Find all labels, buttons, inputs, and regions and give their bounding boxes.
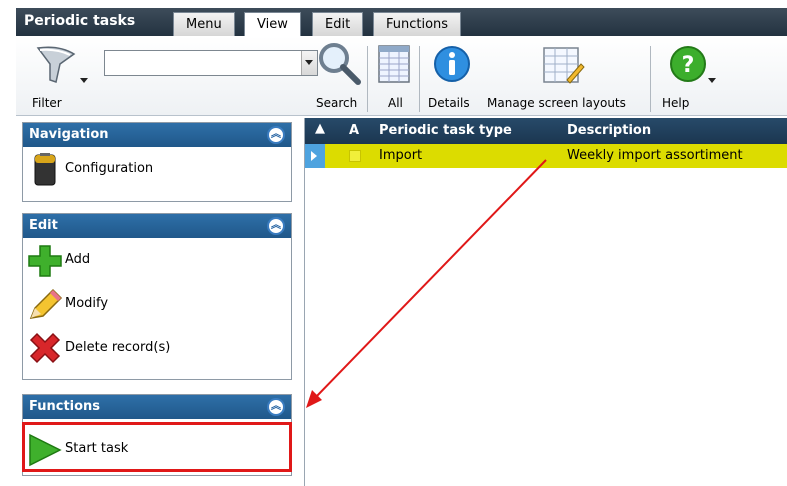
chevron-down-icon[interactable] [708, 78, 716, 83]
table-row[interactable]: Import Weekly import assortiment [305, 144, 787, 168]
details-button[interactable] [430, 44, 474, 87]
toolbar-separator [650, 46, 651, 112]
task-grid: ▲ A Periodic task type Description Impor… [304, 118, 787, 486]
layout-edit-icon [543, 47, 585, 84]
edit-panel-title: Edit [29, 218, 58, 233]
nav-item-label: Configuration [65, 161, 154, 176]
edit-item-label: Delete record(s) [65, 340, 171, 355]
edit-item-label: Modify [65, 296, 109, 311]
tab-functions[interactable]: Functions [373, 12, 462, 36]
functions-panel-title: Functions [29, 399, 101, 414]
edit-item-delete[interactable]: Delete record(s) [23, 326, 291, 370]
all-label: All [388, 96, 403, 110]
search-button[interactable] [314, 40, 364, 89]
edit-item-label: Add [65, 252, 91, 267]
toolbar: Filter Search All Details Manage screen … [16, 36, 787, 116]
highlight-box [22, 422, 292, 472]
tab-edit[interactable]: Edit [312, 12, 364, 36]
pencil-icon [29, 288, 63, 319]
collapse-icon[interactable]: ︽ [267, 398, 285, 416]
help-icon: ? [670, 46, 706, 82]
help-label: Help [662, 96, 690, 110]
chevron-down-icon[interactable] [80, 78, 88, 83]
edit-item-modify[interactable]: Modify [23, 282, 291, 326]
plus-icon [28, 245, 62, 277]
search-icon [319, 43, 361, 85]
column-header-description[interactable]: Description [567, 123, 651, 138]
cell-description: Weekly import assortiment [567, 148, 743, 163]
column-header-a[interactable]: A [349, 123, 359, 138]
filter-button[interactable] [26, 44, 88, 87]
column-header-task-type[interactable]: Periodic task type [379, 123, 512, 138]
details-label: Details [428, 96, 470, 110]
filter-icon [36, 46, 76, 83]
collapse-icon[interactable]: ︽ [267, 126, 285, 144]
manage-layouts-button[interactable] [540, 44, 586, 89]
toolbar-separator [367, 46, 368, 112]
info-icon [434, 46, 470, 82]
edit-panel: Edit ︽ Add Modify Delete record(s) [22, 213, 292, 380]
tab-menu[interactable]: Menu [173, 12, 235, 36]
collapse-icon[interactable]: ︽ [267, 217, 285, 235]
battery-icon [34, 153, 56, 186]
manage-layouts-label: Manage screen layouts [487, 96, 626, 110]
sort-ascending-icon[interactable]: ▲ [315, 121, 325, 136]
filter-select[interactable] [104, 50, 318, 76]
edit-item-add[interactable]: Add [23, 238, 291, 282]
show-all-button[interactable] [376, 44, 412, 87]
navigation-panel-header: Navigation ︽ [23, 123, 291, 147]
chevron-down-icon [305, 60, 313, 65]
edit-panel-header: Edit ︽ [23, 214, 291, 238]
app-title: Periodic tasks [24, 13, 136, 29]
active-checkbox[interactable] [349, 150, 361, 162]
navigation-panel: Navigation ︽ Configuration [22, 122, 292, 202]
filter-label: Filter [32, 96, 62, 110]
cell-task-type: Import [379, 148, 423, 163]
grid-header: ▲ A Periodic task type Description [305, 118, 787, 144]
row-selector-icon[interactable] [305, 144, 325, 168]
svg-text:?: ? [682, 53, 695, 78]
navigation-panel-title: Navigation [29, 127, 109, 142]
title-bar: Periodic tasks Menu View Edit Functions [16, 8, 787, 36]
help-button[interactable]: ? [658, 44, 718, 87]
grid-table-icon [378, 45, 410, 83]
functions-panel-header: Functions ︽ [23, 395, 291, 419]
delete-x-icon [29, 332, 61, 364]
tab-view[interactable]: View [244, 12, 301, 36]
toolbar-separator [419, 46, 420, 112]
search-label: Search [316, 96, 358, 110]
nav-item-configuration[interactable]: Configuration [23, 147, 291, 191]
